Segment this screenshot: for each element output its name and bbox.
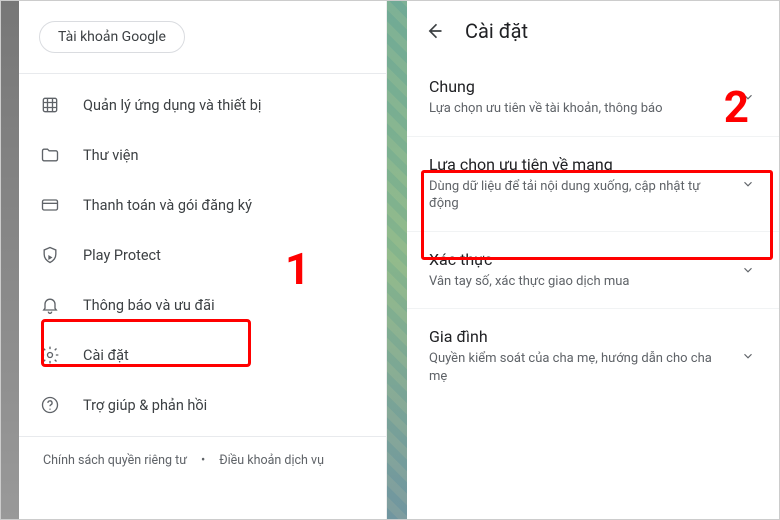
left-background-strip [1,1,19,519]
menu-item-manage-apps[interactable]: Quản lý ứng dụng và thiết bị [19,80,386,130]
back-button[interactable] [423,20,445,42]
google-account-chip[interactable]: Tài khoản Google [39,21,185,53]
settings-item-title: Gia đình [429,327,733,346]
menu-label: Thông báo và ưu đãi [83,297,215,314]
settings-panel: Cài đặt Chung Lựa chọn ưu tiên về tài kh… [407,1,779,519]
menu-label: Cài đặt [83,347,129,364]
footer-links: Chính sách quyền riêng tư • Điều khoản d… [19,437,386,484]
help-icon [39,394,61,416]
settings-item-sub: Quyền kiểm soát của cha mẹ, hướng dẫn ch… [429,350,733,385]
chevron-down-icon [739,261,757,279]
settings-item-sub: Dùng dữ liệu để tải nội dung xuống, cập … [429,178,733,213]
settings-item-sub: Lựa chọn ưu tiên về tài khoản, thông báo [429,100,733,118]
mid-background-strip [387,1,407,519]
settings-item-title: Lựa chọn ưu tiên về mạng [429,155,733,174]
settings-item-network[interactable]: Lựa chọn ưu tiên về mạng Dùng dữ liệu để… [407,136,779,231]
settings-item-title: Chung [429,77,733,96]
chevron-down-icon [739,347,757,365]
menu-item-library[interactable]: Thư viện [19,130,386,180]
privacy-link[interactable]: Chính sách quyền riêng tư [43,453,187,468]
menu-label: Thanh toán và gói đăng ký [83,197,252,214]
terms-link[interactable]: Điều khoản dịch vụ [219,453,324,468]
settings-header: Cài đặt [407,1,779,59]
settings-text: Xác thực Vân tay số, xác thực giao dịch … [429,250,739,291]
menu-label: Play Protect [83,247,161,264]
grid-icon [39,94,61,116]
card-icon [39,194,61,216]
menu-item-play-protect[interactable]: Play Protect [19,230,386,280]
settings-item-family[interactable]: Gia đình Quyền kiểm soát của cha mẹ, hướ… [407,308,779,403]
menu-item-help[interactable]: Trợ giúp & phản hồi [19,380,386,430]
settings-item-auth[interactable]: Xác thực Vân tay số, xác thực giao dịch … [407,231,779,309]
page-title: Cài đặt [465,19,528,43]
annotation-number-1: 1 [285,243,310,295]
menu-label: Quản lý ứng dụng và thiết bị [83,97,261,114]
menu-item-payments[interactable]: Thanh toán và gói đăng ký [19,180,386,230]
menu-label: Trợ giúp & phản hồi [83,397,207,414]
menu-item-notifications[interactable]: Thông báo và ưu đãi [19,280,386,330]
account-menu-panel: Tài khoản Google Quản lý ứng dụng và thi… [19,1,387,519]
settings-text: Chung Lựa chọn ưu tiên về tài khoản, thô… [429,77,739,118]
bell-icon [39,294,61,316]
menu-item-settings[interactable]: Cài đặt [19,330,386,380]
settings-text: Gia đình Quyền kiểm soát của cha mẹ, hướ… [429,327,739,385]
gear-icon [39,344,61,366]
menu-list: Quản lý ứng dụng và thiết bị Thư viện Th… [19,74,386,436]
screenshot-container: Tài khoản Google Quản lý ứng dụng và thi… [0,0,780,520]
chevron-down-icon [739,175,757,193]
shield-icon [39,244,61,266]
annotation-number-2: 2 [724,81,749,133]
settings-item-title: Xác thực [429,250,733,269]
settings-item-sub: Vân tay số, xác thực giao dịch mua [429,273,733,291]
account-chip-row: Tài khoản Google [19,1,386,73]
settings-text: Lựa chọn ưu tiên về mạng Dùng dữ liệu để… [429,155,739,213]
folder-icon [39,144,61,166]
separator-dot: • [201,453,205,468]
menu-label: Thư viện [83,147,138,164]
